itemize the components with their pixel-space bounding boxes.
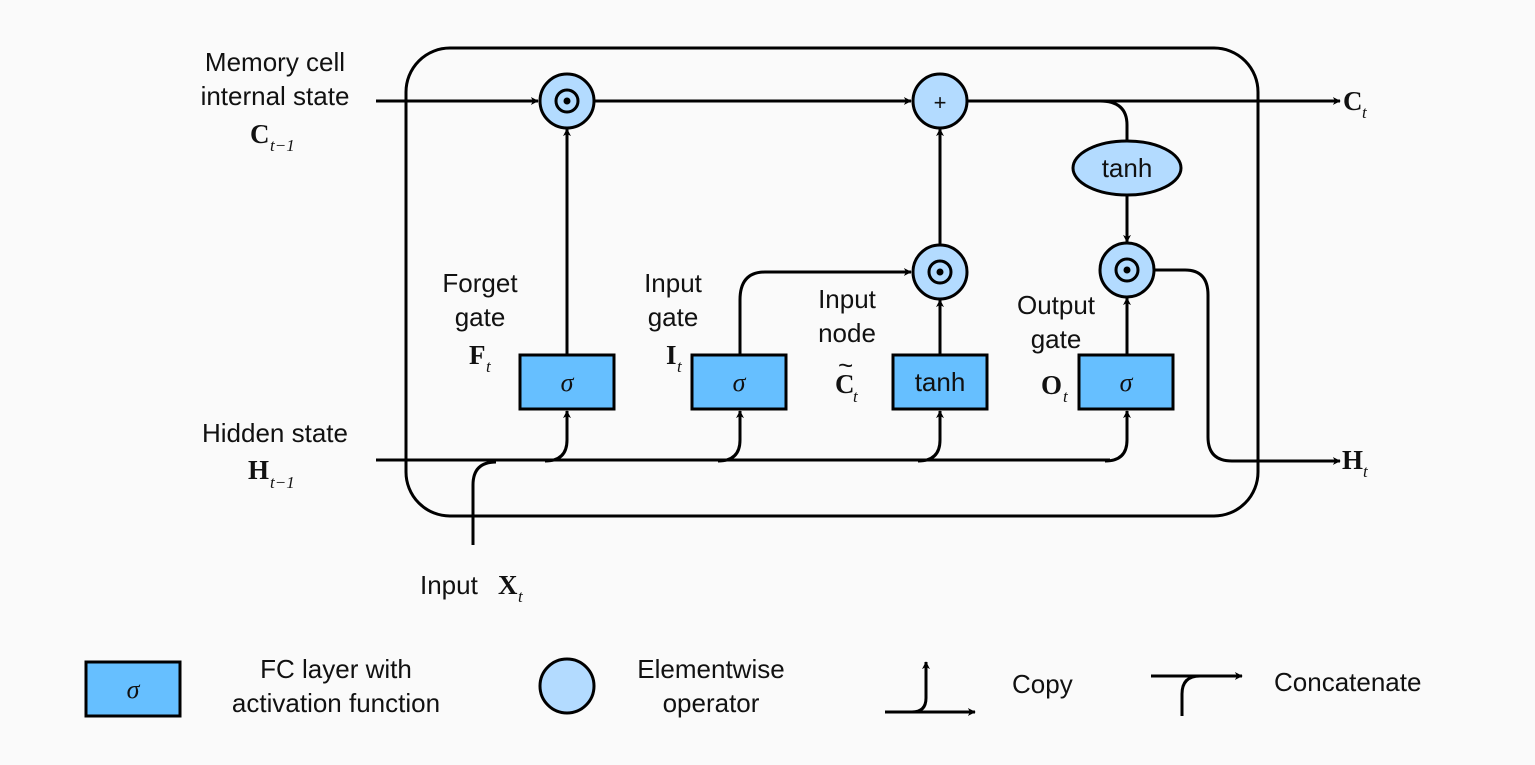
forget-multiply-operator	[538, 72, 596, 130]
svg-text:H: H	[248, 455, 269, 485]
svg-text:Forget: Forget	[442, 268, 518, 298]
svg-text:node: node	[818, 318, 876, 348]
svg-text:gate: gate	[648, 302, 699, 332]
svg-text:σ: σ	[1120, 368, 1134, 397]
svg-text:Input: Input	[420, 570, 479, 600]
svg-text:C: C	[250, 119, 270, 149]
svg-text:I: I	[666, 340, 677, 370]
output-multiply-operator	[1098, 241, 1156, 299]
svg-text:σ: σ	[733, 368, 747, 397]
svg-text:F: F	[469, 340, 486, 370]
output-gate-box: σ	[1077, 353, 1175, 411]
svg-text:Hidden state: Hidden state	[202, 418, 348, 448]
svg-text:operator: operator	[663, 688, 760, 718]
svg-text:~: ~	[838, 350, 853, 380]
svg-text:t−1: t−1	[270, 136, 295, 155]
svg-text:Input: Input	[644, 268, 703, 298]
svg-text:gate: gate	[1031, 324, 1082, 354]
svg-text:Output: Output	[1017, 290, 1096, 320]
svg-text:Copy: Copy	[1012, 669, 1073, 699]
svg-text:FC layer with: FC layer with	[260, 654, 412, 684]
lstm-diagram: + tanh σ σ tanh σ Memory cell internal s…	[0, 0, 1535, 765]
add-operator: +	[911, 72, 969, 130]
svg-text:C: C	[1343, 86, 1363, 116]
input-multiply-operator	[911, 243, 969, 301]
cell-tanh-operator: tanh	[1071, 139, 1183, 197]
svg-text:Memory cell: Memory cell	[205, 47, 345, 77]
svg-text:internal state: internal state	[201, 81, 350, 111]
svg-text:X: X	[498, 570, 518, 600]
svg-text:σ: σ	[561, 368, 575, 397]
input-gate-box: σ	[690, 353, 788, 411]
svg-text:Input: Input	[818, 284, 877, 314]
svg-text:+: +	[934, 90, 947, 115]
svg-text:tanh: tanh	[915, 367, 966, 397]
svg-text:gate: gate	[455, 302, 506, 332]
svg-text:O: O	[1041, 370, 1062, 400]
input-node-box: tanh	[891, 353, 989, 411]
svg-text:Elementwise: Elementwise	[637, 654, 784, 684]
svg-text:σ: σ	[127, 675, 141, 704]
svg-text:H: H	[1342, 445, 1363, 475]
svg-text:tanh: tanh	[1102, 153, 1153, 183]
forget-gate-box: σ	[518, 353, 616, 411]
svg-text:Concatenate: Concatenate	[1274, 667, 1421, 697]
svg-text:t−1: t−1	[270, 473, 295, 492]
svg-text:activation function: activation function	[232, 688, 440, 718]
